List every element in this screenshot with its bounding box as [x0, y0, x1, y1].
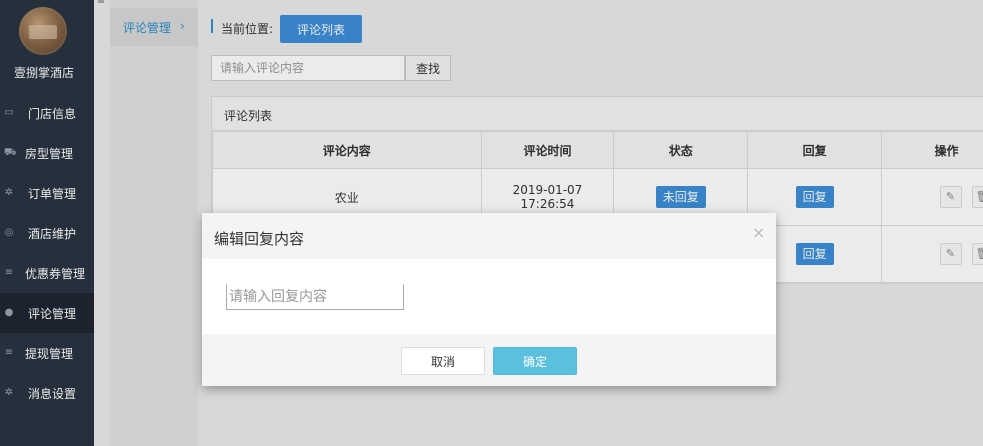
dialog-body: [202, 259, 776, 334]
dialog-title: 编辑回复内容: [214, 230, 305, 248]
dialog-footer: 取消 确定: [202, 334, 776, 386]
close-icon[interactable]: ×: [752, 225, 765, 241]
cancel-button[interactable]: 取消: [401, 347, 485, 375]
reply-content-input[interactable]: [226, 284, 404, 310]
confirm-button[interactable]: 确定: [493, 347, 577, 375]
edit-reply-dialog: 编辑回复内容 × 取消 确定: [202, 213, 776, 386]
dialog-header: 编辑回复内容 ×: [202, 213, 776, 259]
